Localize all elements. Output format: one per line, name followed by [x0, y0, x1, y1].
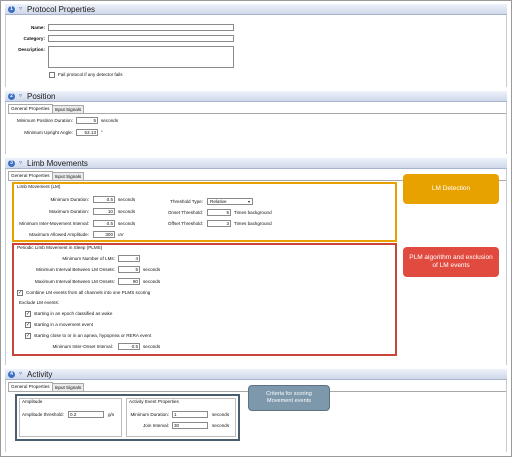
section-number-badge: 4 — [8, 370, 15, 378]
exclude-apnea-label: starting close to or in an apnea, hypopn… — [34, 333, 152, 338]
lm-group-label: Limb Movement (LM) — [17, 184, 61, 189]
threshold-type-value: Relative — [210, 199, 227, 204]
onset-threshold-label: Onset Threshold: — [167, 210, 203, 215]
min-lms-input[interactable]: 4 — [118, 255, 140, 262]
max-interval-input[interactable]: 90 — [118, 278, 140, 285]
max-interval-label: Maximum Interval Between LM Onsets: — [34, 279, 115, 284]
activity-min-duration-input[interactable]: 1 — [172, 411, 208, 418]
unit-label: seconds — [118, 209, 136, 214]
plms-group-label: Periodic Limb Movement in Sleep (PLMS) — [17, 245, 103, 250]
unit-label: seconds — [143, 279, 161, 284]
inter-onset-label: Minimum Inter-Onset Interval: — [52, 344, 113, 349]
onset-threshold-input[interactable]: 5 — [207, 209, 231, 216]
exclude-wake-checkbox[interactable]: ✓ — [25, 311, 31, 317]
section-title: Position — [27, 91, 56, 101]
fail-protocol-checkbox[interactable] — [49, 72, 55, 78]
max-duration-label: Maximum Duration: — [49, 209, 89, 214]
unit-label: Times background — [234, 210, 272, 215]
min-inter-movement-input[interactable]: 0.5 — [93, 220, 115, 227]
chevron-down-icon: ▾ — [247, 199, 250, 204]
min-position-duration-input[interactable]: 5 — [76, 117, 98, 124]
collapse-chevron-icon[interactable]: ▿ — [17, 93, 24, 100]
activity-tabs: General Properties Input Signals — [8, 382, 85, 391]
activity-min-duration-label: Minimum Duration: — [130, 412, 169, 417]
section-header-position[interactable]: 2 ▿ Position — [5, 91, 507, 102]
collapse-chevron-icon[interactable]: ▿ — [17, 160, 24, 167]
min-duration-input[interactable]: 0.5 — [93, 196, 115, 203]
min-inter-movement-label: Minimum Inter-Movement Interval: — [19, 221, 89, 226]
section-header-protocol[interactable]: 1 ▿ Protocol Properties — [5, 4, 507, 15]
plm-algorithm-callout: PLM algorithm and exclusion of LM events — [403, 247, 499, 277]
activity-event-group-label: Activity Event Properties — [129, 399, 179, 404]
min-upright-angle-input[interactable]: 53.13 — [76, 129, 98, 136]
tab-divider — [8, 113, 506, 114]
max-duration-input[interactable]: 10 — [93, 208, 115, 215]
combine-label: Combine LM events from all channels into… — [26, 290, 151, 295]
tab-input-signals[interactable]: Input Signals — [51, 172, 85, 180]
threshold-type-select[interactable]: Relative ▾ — [207, 198, 253, 205]
min-upright-angle-label: Minimum Upright Angle: — [24, 130, 73, 135]
exclude-movement-checkbox[interactable]: ✓ — [25, 322, 31, 328]
section-title: Protocol Properties — [27, 4, 96, 14]
tab-general-properties[interactable]: General Properties — [8, 104, 53, 113]
name-field[interactable] — [48, 24, 234, 31]
unit-label: seconds — [212, 412, 230, 417]
exclude-wake-label: starting in an epoch classified as wake — [34, 311, 113, 316]
unit-label: seconds — [118, 221, 136, 226]
unit-label: seconds — [143, 344, 161, 349]
join-interval-label: Join Interval: — [142, 423, 169, 428]
unit-label: seconds — [212, 423, 230, 428]
tab-general-properties[interactable]: General Properties — [8, 382, 53, 391]
unit-label: Times background — [234, 221, 272, 226]
min-lms-label: Minimum Number of LMs: — [62, 256, 115, 261]
min-interval-input[interactable]: 5 — [118, 266, 140, 273]
tab-input-signals[interactable]: Input Signals — [51, 105, 85, 113]
tab-general-properties[interactable]: General Properties — [8, 171, 53, 180]
amplitude-group-label: Amplitude — [22, 399, 43, 404]
min-position-duration-label: Minimum Position Duration: — [16, 118, 73, 123]
description-label: Description: — [18, 47, 45, 52]
exclude-label: Exclude LM events: — [19, 300, 60, 305]
offset-threshold-label: Offset Threshold: — [167, 221, 203, 226]
limb-tabs: General Properties Input Signals — [8, 171, 85, 180]
min-duration-label: Minimum Duration: — [50, 197, 89, 202]
unit-label: g/s — [108, 412, 115, 417]
unit-label: ° — [101, 130, 103, 135]
section-number-badge: 1 — [8, 5, 15, 13]
fail-protocol-label: Fail protocol if any detector fails — [58, 72, 123, 77]
position-tabs: General Properties Input Signals — [8, 104, 85, 113]
collapse-chevron-icon[interactable]: ▿ — [17, 6, 24, 13]
amplitude-threshold-input[interactable]: 0.2 — [68, 411, 104, 418]
max-amplitude-label: Maximum Allowed Amplitude: — [29, 232, 89, 237]
unit-label: uV — [118, 232, 124, 237]
name-label: Name: — [30, 25, 45, 30]
lm-detection-callout: LM Detection — [403, 174, 499, 204]
amplitude-threshold-label: Amplitude threshold: — [22, 412, 64, 417]
min-interval-label: Minimum Interval Between LM Onsets: — [36, 267, 115, 272]
tab-input-signals[interactable]: Input Signals — [51, 383, 85, 391]
section-title: Activity — [27, 369, 53, 379]
section-number-badge: 2 — [8, 92, 15, 100]
inter-onset-input[interactable]: 0.5 — [118, 343, 140, 350]
category-field[interactable] — [48, 35, 234, 42]
unit-label: seconds — [118, 197, 136, 202]
window: 1 ▿ Protocol Properties Name: Category: … — [0, 0, 512, 457]
exclude-movement-label: starting in a movement event — [34, 322, 93, 327]
max-amplitude-input[interactable]: 300 — [93, 231, 115, 238]
section-header-limb-movements[interactable]: 3 ▿ Limb Movements — [5, 158, 507, 169]
join-interval-input[interactable]: 30 — [172, 422, 208, 429]
exclude-apnea-checkbox[interactable]: ✓ — [25, 333, 31, 339]
criteria-callout: Criteria for scoring Movement events — [248, 385, 330, 411]
section-number-badge: 3 — [8, 159, 15, 167]
unit-label: seconds — [143, 267, 161, 272]
unit-label: seconds — [101, 118, 119, 123]
section-header-activity[interactable]: 4 ▿ Activity — [5, 369, 507, 380]
combine-checkbox[interactable]: ✓ — [17, 290, 23, 296]
category-label: Category: — [23, 36, 45, 41]
description-field[interactable] — [48, 46, 234, 68]
threshold-type-label: Threshold Type: — [170, 199, 203, 204]
section-title: Limb Movements — [27, 158, 88, 168]
offset-threshold-input[interactable]: 3 — [207, 220, 231, 227]
collapse-chevron-icon[interactable]: ▿ — [17, 371, 24, 378]
